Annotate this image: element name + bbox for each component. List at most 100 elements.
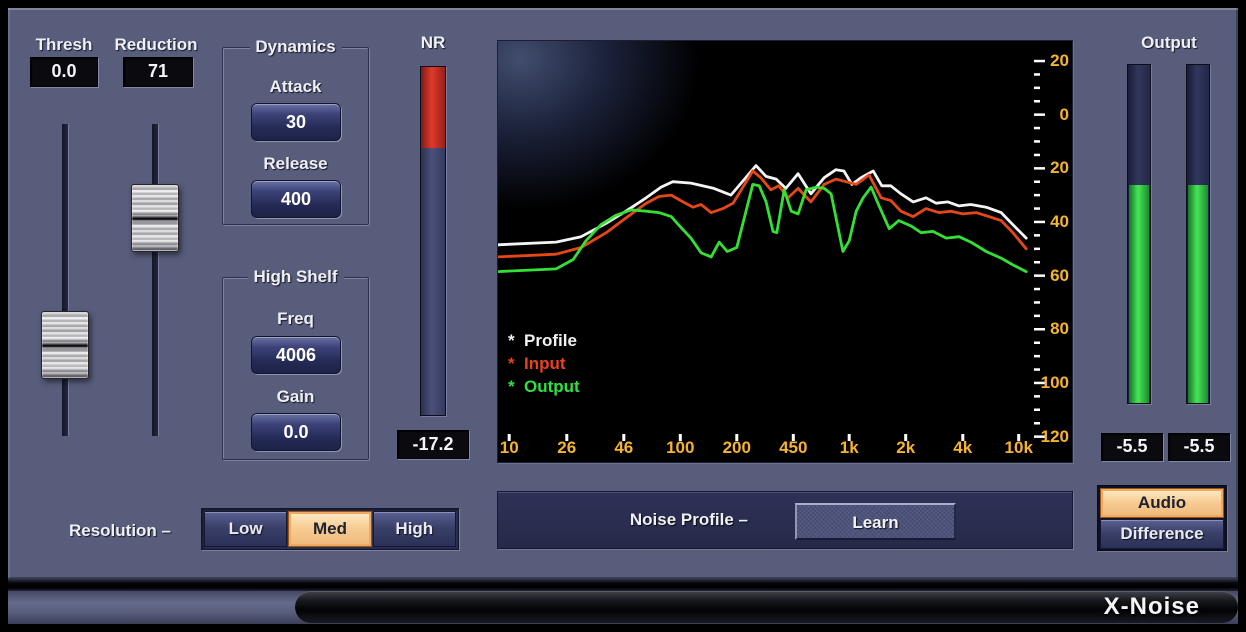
y-axis-label: 120: [1037, 427, 1069, 447]
dynamics-title: Dynamics: [249, 37, 341, 57]
resolution-label: Resolution –: [50, 521, 190, 541]
y-axis-tick: [1034, 395, 1040, 398]
output-meter-left-fill: [1129, 185, 1149, 403]
freq-label: Freq: [223, 309, 368, 329]
x-axis-label: 2k: [884, 438, 928, 458]
resolution-low-button[interactable]: Low: [204, 511, 287, 547]
legend-profile: *Profile: [508, 331, 580, 354]
y-axis-label: 20: [1037, 158, 1069, 178]
y-axis-label: 100: [1037, 373, 1069, 393]
y-axis-tick: [1034, 234, 1040, 237]
y-axis-label: 80: [1037, 319, 1069, 339]
noise-profile-panel: Noise Profile – Learn: [497, 491, 1073, 549]
y-axis-tick: [1034, 73, 1040, 76]
reduction-fader-track[interactable]: [152, 124, 158, 436]
y-axis-tick: [1034, 181, 1040, 184]
legend-profile-label: Profile: [524, 331, 577, 350]
thresh-value[interactable]: 0.0: [30, 57, 98, 87]
learn-button[interactable]: Learn: [795, 503, 956, 540]
nr-value[interactable]: -17.2: [397, 430, 469, 459]
y-axis-tick: [1034, 127, 1040, 130]
output-value-left[interactable]: -5.5: [1101, 433, 1163, 461]
attack-label: Attack: [223, 77, 368, 97]
y-axis-tick: [1034, 409, 1040, 412]
y-axis-tick: [1034, 248, 1040, 251]
legend-output-label: Output: [524, 377, 580, 396]
x-axis-label: 10k: [997, 438, 1041, 458]
x-axis-label: 10: [497, 438, 531, 458]
series-output: [498, 184, 1026, 271]
thresh-fader-track[interactable]: [62, 124, 68, 436]
y-axis-tick: [1034, 288, 1040, 291]
y-axis-tick: [1034, 140, 1040, 143]
freq-value[interactable]: 4006: [251, 336, 341, 374]
high-shelf-title: High Shelf: [247, 267, 343, 287]
legend-input-marker: *: [508, 354, 524, 374]
y-axis-label: 0: [1037, 105, 1069, 125]
plugin-title: X-Noise: [1104, 593, 1200, 621]
monitor-button-group: Audio Difference: [1097, 485, 1227, 551]
y-axis-label: 20: [1037, 51, 1069, 71]
y-axis-tick: [1034, 368, 1040, 371]
resolution-med-button[interactable]: Med: [288, 511, 371, 547]
legend-profile-marker: *: [508, 331, 524, 351]
release-value[interactable]: 400: [251, 180, 341, 218]
gain-label: Gain: [223, 387, 368, 407]
output-value-right[interactable]: -5.5: [1168, 433, 1230, 461]
graph-legend: *Profile *Input *Output: [508, 331, 580, 400]
x-axis-label: 1k: [827, 438, 871, 458]
y-axis-tick: [1034, 315, 1040, 318]
reduction-fader-thumb[interactable]: [131, 184, 179, 252]
y-axis-tick: [1034, 100, 1040, 103]
bottom-groove: [8, 578, 1238, 591]
thresh-label: Thresh: [14, 35, 114, 55]
y-axis-tick: [1034, 342, 1040, 345]
y-axis-tick: [1034, 154, 1040, 157]
dynamics-group: Dynamics Attack 30 Release 400: [222, 47, 369, 225]
reduction-value[interactable]: 71: [123, 57, 193, 87]
x-axis-label: 4k: [941, 438, 985, 458]
y-axis-label: 60: [1037, 266, 1069, 286]
resolution-button-group: Low Med High: [201, 508, 459, 550]
title-bar: X-Noise: [295, 591, 1238, 623]
spectrum-graph: 1026461002004501k2k4k10k 200204060801001…: [497, 40, 1073, 463]
noise-profile-label: Noise Profile –: [498, 492, 748, 548]
high-shelf-group: High Shelf Freq 4006 Gain 0.0: [222, 277, 369, 460]
y-axis-label: 40: [1037, 212, 1069, 232]
monitor-difference-button[interactable]: Difference: [1100, 519, 1224, 549]
legend-input: *Input: [508, 354, 580, 377]
release-label: Release: [223, 154, 368, 174]
nr-meter-fill: [421, 67, 445, 148]
reduction-label: Reduction: [104, 35, 208, 55]
monitor-audio-button[interactable]: Audio: [1100, 488, 1224, 518]
output-meter-right-fill: [1188, 185, 1208, 403]
output-label: Output: [1126, 33, 1212, 53]
x-axis-label: 46: [602, 438, 646, 458]
xnoise-plugin-window: Thresh Reduction 0.0 71 Dynamics Attack …: [0, 0, 1246, 632]
y-axis-tick: [1034, 207, 1040, 210]
resolution-high-button[interactable]: High: [373, 511, 456, 547]
spectrum-plot: [498, 41, 1073, 463]
y-axis-tick: [1034, 422, 1040, 425]
nr-meter: [420, 66, 446, 416]
y-axis-tick: [1034, 301, 1040, 304]
x-axis-label: 450: [771, 438, 815, 458]
bottom-strip: X-Noise: [8, 591, 1238, 624]
y-axis-tick: [1034, 194, 1040, 197]
thresh-fader-thumb[interactable]: [41, 311, 89, 379]
y-axis-tick: [1034, 355, 1040, 358]
x-axis-label: 26: [545, 438, 589, 458]
y-axis-tick: [1034, 261, 1040, 264]
output-meter-left: [1127, 64, 1151, 404]
x-axis-label: 200: [715, 438, 759, 458]
legend-output: *Output: [508, 377, 580, 400]
output-meter-right: [1186, 64, 1210, 404]
gain-value[interactable]: 0.0: [251, 413, 341, 451]
legend-input-label: Input: [524, 354, 566, 373]
nr-label: NR: [395, 33, 471, 53]
series-input: [498, 171, 1026, 257]
legend-output-marker: *: [508, 377, 524, 397]
x-axis-label: 100: [658, 438, 702, 458]
y-axis-tick: [1034, 87, 1040, 90]
attack-value[interactable]: 30: [251, 103, 341, 141]
